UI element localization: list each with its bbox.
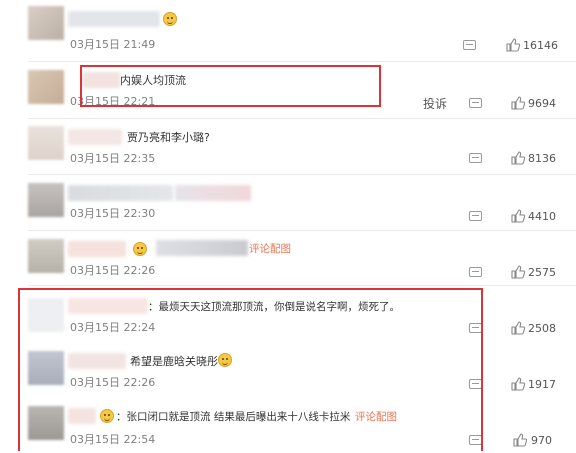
username[interactable]: [68, 185, 173, 201]
comment-date: 03月15日 22:24: [70, 321, 156, 334]
comment-text-redacted: [175, 185, 251, 201]
divider: [28, 230, 576, 231]
thumbs-up-icon[interactable]: [511, 265, 525, 279]
thumbs-up-icon[interactable]: [511, 377, 525, 391]
image-link[interactable]: 评论配图: [355, 409, 397, 424]
avatar[interactable]: [28, 183, 64, 217]
comment-text: ：最烦天天这顶流那顶流，你倒是说名字啊，烦死了。: [148, 301, 400, 313]
comment-date: 03月15日 22:30: [70, 207, 156, 220]
thumbs-up-icon[interactable]: [513, 433, 527, 447]
image-link[interactable]: 评论配图: [249, 241, 291, 256]
comment-text: 贾乃亮和李小璐?: [127, 131, 210, 144]
divider: [28, 118, 576, 119]
thumbs-up-icon[interactable]: [511, 96, 525, 110]
divider: [28, 174, 576, 175]
divider: [28, 285, 576, 286]
like-count: 16146: [523, 39, 558, 52]
comment-date: 03月15日 22:54: [70, 433, 156, 446]
thumbs-up-icon[interactable]: [511, 321, 525, 335]
comment-icon[interactable]: [469, 98, 482, 108]
comment-date: 03月15日 22:26: [70, 264, 156, 277]
username[interactable]: [68, 353, 126, 369]
comment-icon[interactable]: [469, 379, 482, 389]
like-count: 8136: [528, 152, 556, 165]
comment-date: 03月15日 22:35: [70, 152, 156, 165]
smiley-emoji-icon: [218, 353, 232, 367]
smiley-emoji-icon: [133, 242, 147, 256]
comment-text-redacted: [156, 240, 248, 256]
avatar[interactable]: [28, 6, 64, 40]
comment-text: ：张口闭口就是顶流 结果最后曝出来十八线卡拉米: [116, 411, 351, 423]
comment-date: 03月15日 21:49: [70, 38, 156, 51]
divider: [28, 61, 576, 62]
username[interactable]: [68, 408, 96, 424]
comment-icon[interactable]: [469, 153, 482, 163]
username[interactable]: [68, 129, 122, 145]
thumbs-up-icon[interactable]: [506, 38, 520, 52]
thumbs-up-icon[interactable]: [511, 209, 525, 223]
thumbs-up-icon[interactable]: [511, 151, 525, 165]
smiley-emoji-icon: [100, 409, 114, 423]
avatar[interactable]: [28, 126, 64, 160]
comment-text: 内娱人均顶流: [120, 74, 186, 87]
comment-date: 03月15日 22:26: [70, 376, 156, 389]
comment-text: 希望是鹿晗关晓彤: [130, 355, 218, 368]
username[interactable]: [68, 11, 160, 27]
avatar[interactable]: [28, 239, 64, 273]
like-count: 2508: [528, 322, 556, 335]
like-count: 4410: [528, 210, 556, 223]
username[interactable]: [82, 72, 120, 88]
avatar[interactable]: [28, 70, 64, 104]
comment-icon[interactable]: [469, 323, 482, 333]
smiley-emoji-icon: [163, 12, 177, 26]
comment-icon[interactable]: [469, 267, 482, 277]
username[interactable]: [68, 241, 126, 257]
comment-icon[interactable]: [469, 435, 482, 445]
username[interactable]: [68, 298, 148, 314]
like-count: 1917: [528, 378, 556, 391]
avatar[interactable]: [28, 298, 64, 332]
comment-icon[interactable]: [463, 40, 476, 50]
avatar[interactable]: [28, 406, 64, 440]
avatar[interactable]: [28, 351, 64, 385]
like-count: 2575: [528, 266, 556, 279]
comment-date: 03月15日 22:21: [70, 95, 156, 108]
report-button[interactable]: 投诉: [423, 95, 447, 112]
comment-icon[interactable]: [469, 211, 482, 221]
like-count: 9694: [528, 97, 556, 110]
like-count: 970: [531, 434, 552, 447]
